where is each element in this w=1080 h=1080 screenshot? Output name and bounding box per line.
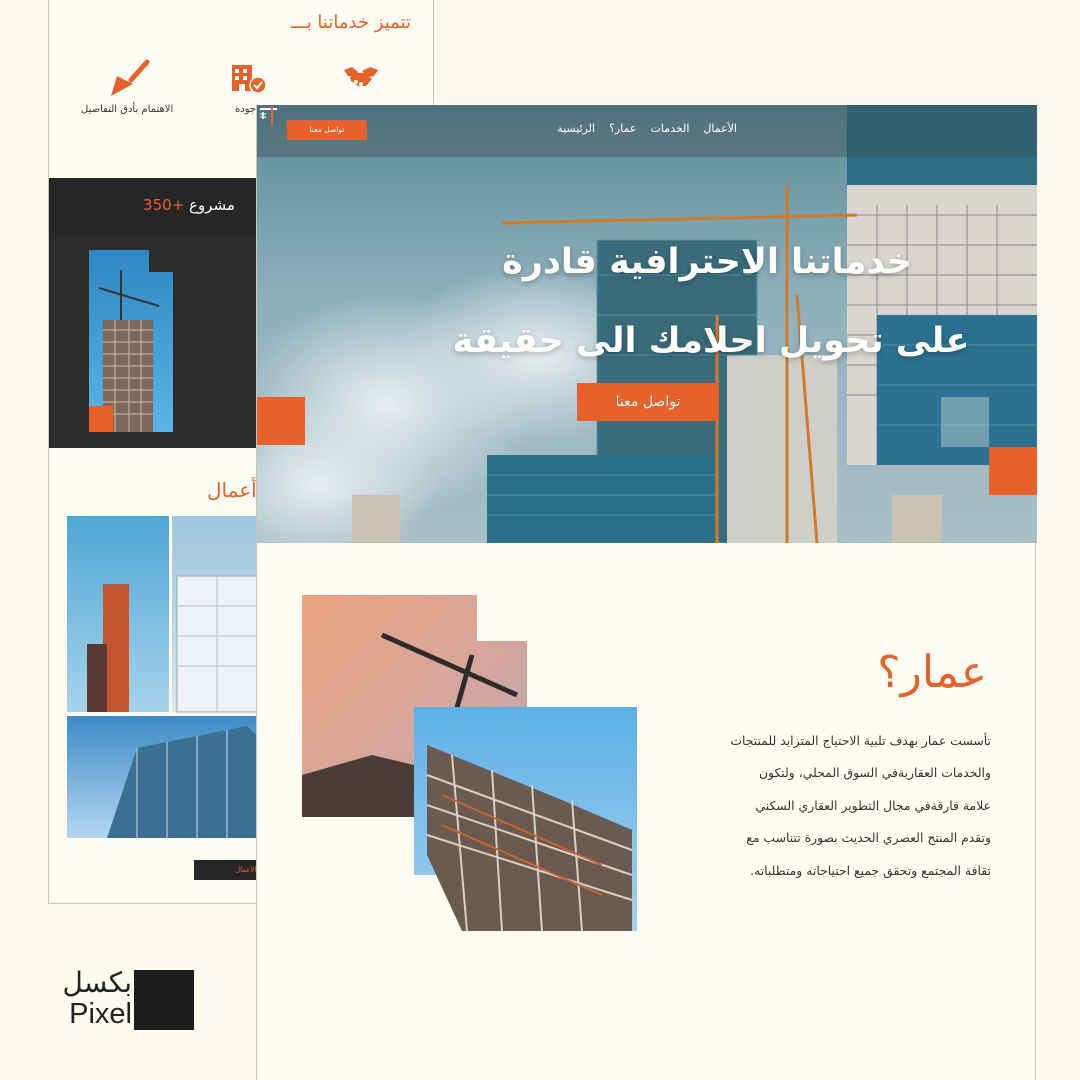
top-navigation: تواصل معنا الرئيسية عمار؟ الخدمات الأعما…	[257, 105, 1037, 157]
about-line: ثقافة المجتمع وتحقق جميع احتياجاته ومتطل…	[750, 862, 991, 878]
about-paragraph: تأسست عمار بهدف تلبية الاحتياج المتزايد …	[661, 725, 991, 887]
hero-section: تواصل معنا الرئيسية عمار؟ الخدمات الأعما…	[257, 105, 1037, 543]
trowel-icon	[111, 59, 150, 96]
hero-headline-line1: خدماتنا الاحترافية قادرة	[502, 242, 912, 282]
hero-contact-button[interactable]: تواصل معنا	[577, 383, 719, 421]
about-line: والخدمات العقاريةفي السوق المحلي، ولتكون	[758, 765, 991, 781]
crane-logo-icon[interactable]	[257, 105, 279, 125]
nav-link-home[interactable]: الرئيسية	[557, 122, 595, 135]
brand-square-mark	[134, 970, 194, 1030]
project-photo	[89, 250, 173, 432]
nav-links: الرئيسية عمار؟ الخدمات الأعمال	[557, 122, 737, 135]
about-title: عمار؟	[877, 647, 987, 698]
about-line: علامة فارقةفي مجال التطوير العقاري السكن…	[755, 797, 991, 813]
about-line: وتقدم المنتج العصري الحديث بصورة تتناسب …	[746, 830, 991, 846]
features-title: تتميز خدماتنا بـــ	[290, 12, 411, 33]
nav-contact-button[interactable]: تواصل معنا	[287, 120, 367, 140]
building-check-icon	[232, 65, 267, 94]
nav-link-services[interactable]: الخدمات	[651, 122, 690, 135]
hero-headline-line2: على تحويل احلامك الى حقيقة	[452, 321, 970, 361]
brand-name-arabic: بكسل	[62, 966, 132, 999]
feature-label-quality: جودة	[235, 104, 257, 115]
works-title: أعمال	[207, 478, 257, 502]
nav-link-about[interactable]: عمار؟	[609, 122, 636, 135]
feature-label-details: الاهتمام بأدق التفاصيل	[81, 104, 174, 115]
main-page-mockup: تواصل معنا الرئيسية عمار؟ الخدمات الأعما…	[256, 105, 1037, 1080]
projects-count: +350	[143, 196, 185, 214]
brand-name-english: Pixel	[69, 998, 132, 1030]
about-photo-collage	[302, 595, 637, 931]
about-line: تأسست عمار بهدف تلبية الاحتياج المتزايد …	[730, 733, 991, 748]
nav-link-works[interactable]: الأعمال	[703, 122, 737, 135]
projects-prefix: مشروع	[189, 196, 235, 214]
handshake-icon	[344, 67, 378, 86]
